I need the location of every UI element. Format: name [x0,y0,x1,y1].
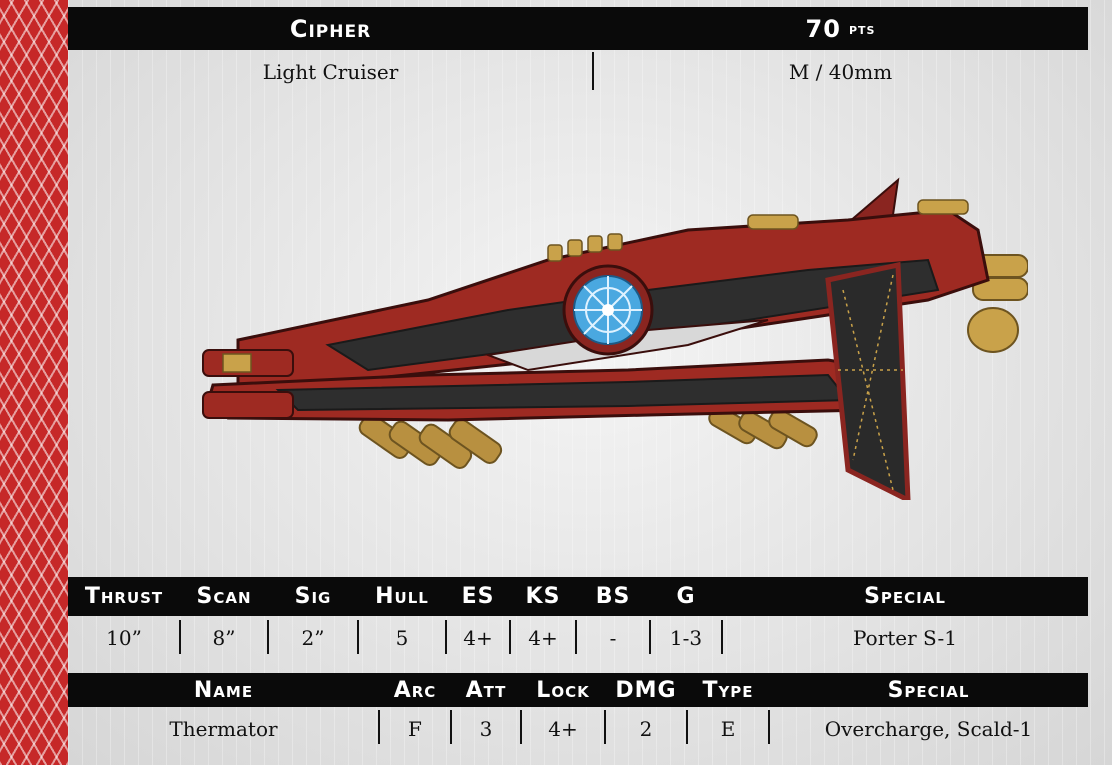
unit-class: Light Cruiser [262,60,399,84]
class-row: Light Cruiser M / 40mm [68,52,1088,92]
stat-value-es: 4+ [463,626,493,650]
weapon-header-lock: Lock [536,677,590,703]
decorative-side-band [0,0,68,765]
weapon-header-arc: Arc [393,677,437,703]
stat-value-g: 1-3 [669,626,703,650]
weapon-header-name: Name [193,677,254,703]
weapon-header-type: Type [702,677,754,703]
weapon-header-dmg: DMG [615,677,677,703]
points-value: 70 [805,14,841,43]
stat-header-bs: BS [595,584,631,609]
weapon-att: 3 [479,717,493,741]
weapon-dmg: 2 [639,717,653,741]
stat-value-scan: 8” [212,626,236,650]
weapon-name: Thermator [169,717,278,741]
weapon-type: E [720,717,736,741]
stat-value-special: Porter S-1 [853,626,957,650]
ship-illustration [202,177,1028,500]
weapon-header-att: Att [465,677,507,703]
stat-value-ks: 4+ [528,626,558,650]
stat-value-hull: 5 [395,626,409,650]
unit-size: M / 40mm [788,60,893,84]
weapon-arc: F [408,717,422,741]
stat-header-ks: KS [525,584,561,609]
weapon-special: Overcharge, Scald-1 [824,717,1033,741]
weapon-lock: 4+ [548,717,578,741]
stat-value-bs: - [609,626,617,650]
stat-value-thrust: 10” [106,626,142,650]
stat-header-sig: Sig [294,584,332,609]
stat-header-scan: Scan [196,584,252,609]
unit-card: Cipher 70 pts Light Cruiser M / 40mm Thr… [68,0,1112,765]
stats-values-row: 10” 8” 2” 5 4+ 4+ - 1-3 Porter S-1 [68,617,1088,659]
weapon-header-special: Special [887,677,970,703]
stat-header-thrust: Thrust [84,584,164,609]
weapon-row: Thermator F 3 4+ 2 E Overcharge, Scald-1 [68,708,1088,750]
title-bar: Cipher 70 pts [68,7,1088,50]
stat-header-hull: Hull [375,584,429,609]
stat-value-sig: 2” [301,626,325,650]
unit-points: 70 pts [593,7,1088,50]
stat-header-special: Special [864,584,946,609]
weapons-header-bar: Name Arc Att Lock DMG Type Special [68,673,1088,707]
unit-name: Cipher [289,14,372,43]
stats-header-bar: Thrust Scan Sig Hull ES KS BS G Special [68,577,1088,616]
stat-header-g: G [676,584,696,609]
stat-header-es: ES [461,584,495,609]
points-unit: pts [848,19,876,38]
